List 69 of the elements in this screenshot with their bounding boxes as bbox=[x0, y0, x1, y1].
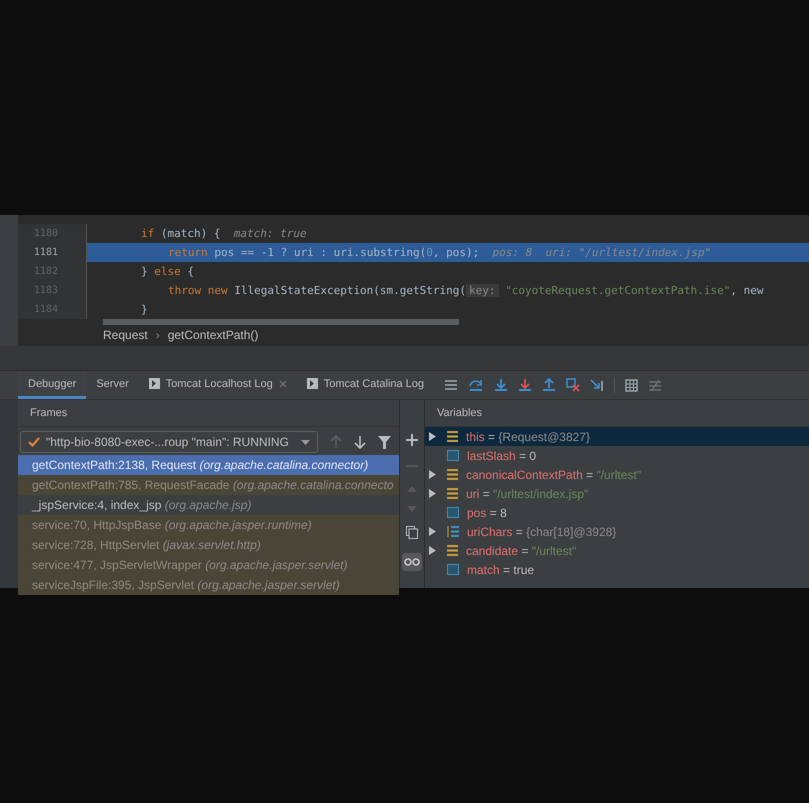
code-line: return pos == -1 ? uri : uri.substring(0, pos); pos: 8 uri: "/urltest/index.jsp" bbox=[168, 246, 712, 259]
code-line: if (match) { match: true bbox=[141, 227, 307, 240]
stack-frame[interactable]: serviceJspFile:395, JspServlet (org.apache.jasper.servlet) bbox=[18, 575, 399, 595]
caret-icon bbox=[301, 440, 310, 444]
expand-arrow-icon[interactable] bbox=[429, 470, 436, 479]
step-out-icon[interactable] bbox=[542, 378, 556, 392]
tab[interactable]: Tomcat Catalina Log bbox=[296, 371, 434, 399]
copy-icon[interactable] bbox=[406, 526, 418, 539]
primitive-icon bbox=[447, 450, 459, 461]
field-icon bbox=[447, 545, 458, 556]
line-number: 1181 bbox=[18, 243, 87, 262]
variable-row[interactable]: lastSlash = 0 bbox=[425, 446, 809, 465]
breadcrumb-item[interactable]: getContextPath() bbox=[168, 328, 258, 342]
close-icon[interactable] bbox=[278, 380, 287, 388]
variable-row[interactable]: pos = 8 bbox=[425, 503, 809, 522]
tab[interactable]: Tomcat Localhost Log bbox=[138, 371, 297, 399]
thread-dropdown[interactable]: "http-bio-8080-exec-...roup "main": RUNNING bbox=[20, 431, 318, 453]
add-icon[interactable] bbox=[406, 434, 418, 446]
filter-icon[interactable] bbox=[378, 436, 391, 448]
variable-entry: lastSlash = 0 bbox=[467, 448, 536, 462]
breadcrumb-item[interactable]: Request bbox=[103, 328, 148, 342]
stack-frame[interactable]: service:70, HttpJspBase (org.apache.jasper.runtime) bbox=[18, 515, 399, 535]
step-into-icon[interactable] bbox=[494, 378, 508, 392]
menu-icon[interactable] bbox=[444, 379, 458, 391]
variable-row[interactable]: uriChars = {char[18]@3928} bbox=[425, 522, 809, 541]
console-icon bbox=[306, 378, 318, 389]
stack-frame[interactable]: service:477, JspServletWrapper (org.apache.jasper.servlet) bbox=[18, 555, 399, 575]
stack-frame[interactable]: getContextPath:785, RequestFacade (org.apache.catalina.connecto bbox=[18, 475, 399, 495]
field-icon bbox=[447, 469, 458, 480]
variable-entry: this = {Request@3827} bbox=[466, 430, 590, 444]
scrollbar-thumb[interactable] bbox=[103, 319, 459, 325]
variable-entry: match = true bbox=[467, 562, 534, 576]
glasses-icon[interactable] bbox=[402, 553, 422, 571]
thread-label: "http-bio-8080-exec-...roup "main": RUNNING bbox=[46, 435, 290, 449]
check-icon bbox=[28, 437, 40, 447]
variable-row[interactable]: candidate = "/urltest" bbox=[425, 541, 809, 560]
step-over-icon[interactable] bbox=[468, 378, 484, 392]
code-line: } bbox=[141, 303, 148, 316]
variable-entry: canonicalContextPath = "/urltest" bbox=[466, 468, 641, 482]
force-step-into-icon[interactable] bbox=[518, 378, 532, 392]
variable-entry: uriChars = {char[18]@3928} bbox=[467, 524, 616, 538]
field-icon bbox=[447, 431, 458, 442]
expand-arrow-icon[interactable] bbox=[429, 489, 436, 498]
panel-title: Frames bbox=[18, 400, 399, 427]
variable-entry: candidate = "/urltest" bbox=[466, 544, 576, 558]
expand-arrow-icon[interactable] bbox=[429, 527, 436, 536]
variable-entry: uri = "/urltest/index.jsp" bbox=[466, 486, 588, 500]
variable-row[interactable]: canonicalContextPath = "/urltest" bbox=[425, 465, 809, 484]
field-icon bbox=[447, 488, 458, 499]
code-line: throw new IllegalStateException(sm.getString( key: "coyoteRequest.getContextPath.ise", new bbox=[168, 284, 764, 297]
variable-row[interactable]: uri = "/urltest/index.jsp" bbox=[425, 484, 809, 503]
primitive-icon bbox=[447, 564, 459, 575]
run-to-cursor-icon[interactable] bbox=[590, 378, 604, 392]
primitive-icon bbox=[447, 507, 459, 518]
stack-frame[interactable]: getContextPath:2138, Request (org.apache.catalina.connector) bbox=[18, 455, 399, 475]
expand-arrow-icon[interactable] bbox=[429, 546, 436, 555]
tab[interactable]: Server bbox=[86, 371, 139, 399]
variable-entry: pos = 8 bbox=[467, 506, 507, 520]
expand-arrow-icon[interactable] bbox=[429, 432, 436, 441]
down-arrow-icon[interactable] bbox=[354, 435, 366, 449]
console-icon bbox=[148, 378, 160, 389]
table-icon[interactable] bbox=[625, 378, 638, 392]
code-line: } else { bbox=[141, 265, 194, 278]
stack-frame[interactable]: service:728, HttpServlet (javax.servlet.http) bbox=[18, 535, 399, 555]
variable-row[interactable]: match = true bbox=[425, 560, 809, 579]
variable-row[interactable]: this = {Request@3827} bbox=[425, 427, 809, 446]
breadcrumb-separator: › bbox=[156, 328, 160, 342]
array-icon bbox=[447, 526, 459, 537]
drop-frame-icon[interactable] bbox=[566, 378, 580, 392]
